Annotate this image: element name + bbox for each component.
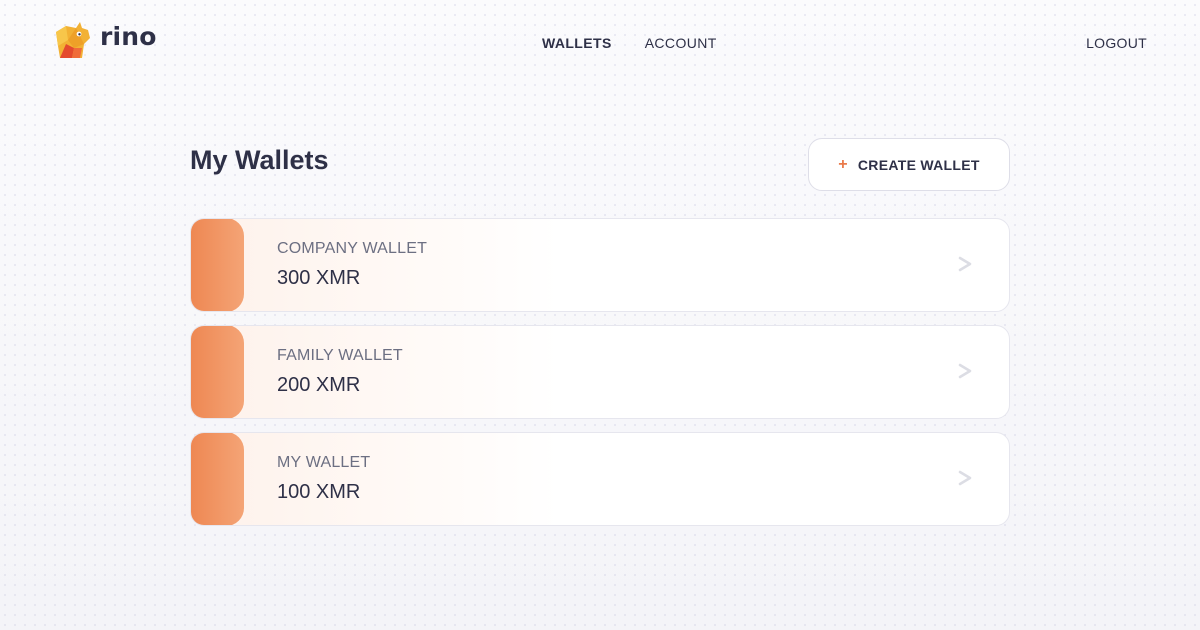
chevron-right-icon <box>958 256 972 272</box>
wallet-card-my[interactable]: MY WALLET 100 XMR <box>190 432 1010 526</box>
nav-item-wallets[interactable]: WALLETS <box>542 35 612 51</box>
create-wallet-button[interactable]: + CREATE WALLET <box>808 138 1010 191</box>
page-title: My Wallets <box>190 145 329 175</box>
wallet-accent-bar <box>191 433 244 525</box>
wallet-list: COMPANY WALLET 300 XMR FAMILY WALLET 200… <box>190 218 1010 539</box>
wallet-accent-bar <box>191 326 244 418</box>
wallet-balance: 200 XMR <box>277 374 361 396</box>
wallet-name: FAMILY WALLET <box>277 347 403 364</box>
create-wallet-label: CREATE WALLET <box>857 156 980 173</box>
nav-item-account[interactable]: ACCOUNT <box>645 35 717 51</box>
wallet-card-family[interactable]: FAMILY WALLET 200 XMR <box>190 325 1010 419</box>
top-bar: rino WALLETS ACCOUNT LOGOUT <box>0 0 1200 88</box>
wallet-balance: 100 XMR <box>277 481 361 503</box>
wallet-balance: 300 XMR <box>277 267 361 289</box>
plus-icon: + <box>838 155 848 173</box>
wallet-name: COMPANY WALLET <box>277 240 428 257</box>
logout-link[interactable]: LOGOUT <box>1086 35 1147 51</box>
brand-name: rino <box>100 21 157 51</box>
chevron-right-icon <box>958 363 972 379</box>
wallet-card-company[interactable]: COMPANY WALLET 300 XMR <box>190 218 1010 312</box>
wallet-accent-bar <box>191 219 244 311</box>
brand-logo[interactable]: rino <box>52 18 157 60</box>
rino-logo-icon <box>56 22 90 58</box>
wallet-name: MY WALLET <box>277 454 371 471</box>
chevron-right-icon <box>958 470 972 486</box>
main-nav: WALLETS ACCOUNT <box>542 35 717 51</box>
